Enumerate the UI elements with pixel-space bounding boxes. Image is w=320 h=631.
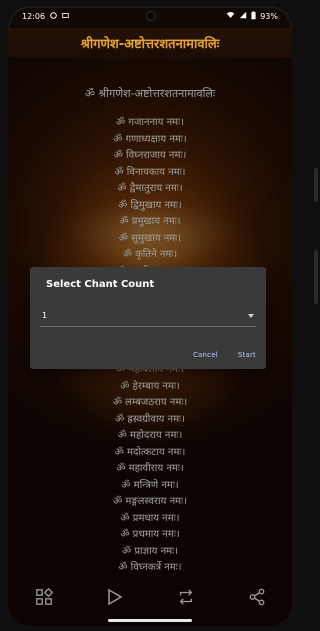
- share-icon[interactable]: [246, 586, 268, 608]
- wifi-icon: [226, 11, 235, 21]
- notification-icon: [50, 11, 57, 21]
- home-indicator[interactable]: [108, 619, 192, 622]
- play-icon[interactable]: [104, 586, 126, 608]
- power-button: [314, 250, 318, 304]
- battery-level: 93%: [260, 11, 278, 21]
- volume-button: [314, 168, 318, 202]
- status-time: 12:06: [22, 11, 46, 21]
- dialog-title: Select Chant Count: [46, 279, 155, 290]
- apps-icon[interactable]: [33, 586, 55, 608]
- app-title: श्रीगणेश-अष्टोत्तरशतनामावलिः: [8, 28, 292, 58]
- dropdown-arrow-icon: [248, 313, 254, 318]
- front-camera: [146, 11, 156, 21]
- bottom-toolbar: [8, 582, 292, 612]
- cancel-button[interactable]: Cancel: [193, 351, 218, 359]
- chant-count-select[interactable]: 1: [40, 305, 256, 327]
- repeat-icon[interactable]: [175, 586, 197, 608]
- signal-icon: [239, 11, 247, 21]
- selected-count: 1: [42, 311, 48, 320]
- battery-icon: [251, 10, 256, 22]
- start-button[interactable]: Start: [238, 351, 256, 359]
- phone-screen: 12:06 93% श्रीगणेश-अष्टोत्तरशतनामावलिः ॐ…: [8, 6, 292, 626]
- cast-icon: [62, 12, 69, 21]
- chant-count-dialog: Select Chant Count 1 Cancel Start: [30, 267, 266, 369]
